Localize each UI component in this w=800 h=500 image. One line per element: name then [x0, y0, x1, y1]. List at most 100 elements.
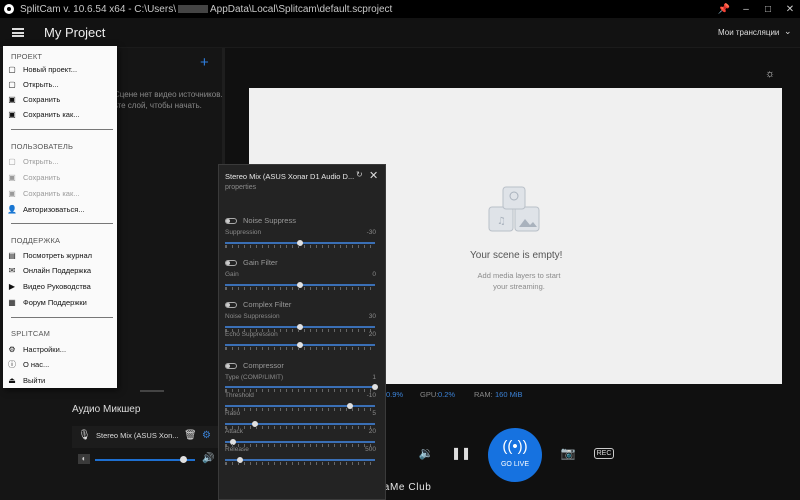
menu-video-guides[interactable]: ▶ Видео Руководства: [7, 280, 91, 293]
filter-name: Gain Filter: [243, 258, 278, 267]
param-slider[interactable]: [225, 421, 375, 427]
param-label: Attack: [225, 428, 244, 435]
menu-item-label: Авторизоваться...: [23, 205, 85, 214]
param-slider[interactable]: [225, 439, 375, 445]
param-slider[interactable]: [225, 240, 375, 246]
close-dialog-icon[interactable]: ✕: [369, 169, 378, 182]
slider-ticks: [225, 347, 375, 350]
menu-item-label: Выйти: [23, 376, 46, 385]
param-label: Gain: [225, 271, 239, 278]
param-label: Threshold: [225, 392, 254, 399]
menu-item-label: Новый проект...: [23, 65, 78, 74]
chat-icon: ✉: [8, 266, 16, 275]
param-value: 500: [365, 446, 376, 453]
redacted-username: [177, 5, 208, 13]
menu-item-label: Открыть...: [23, 157, 59, 166]
slider-ticks: [225, 245, 375, 248]
pin-icon[interactable]: 📌: [716, 0, 732, 18]
menu-item-label: Видео Руководства: [23, 282, 91, 291]
forum-icon: ▦: [8, 298, 16, 307]
go-live-label: GO LIVE: [500, 461, 529, 468]
menu-new-project[interactable]: ▢ Новый проект...: [7, 63, 77, 76]
menu-divider: [11, 223, 113, 224]
menu-settings[interactable]: ⚙ Настройки...: [7, 343, 66, 356]
filter-toggle-gain[interactable]: Gain Filter: [225, 258, 278, 267]
menu-online-support[interactable]: ✉ Онлайн Поддержка: [7, 264, 91, 277]
refresh-icon[interactable]: ↻: [356, 170, 363, 179]
pause-icon[interactable]: ❚❚: [451, 445, 471, 461]
chevron-down-icon[interactable]: ⌄: [784, 26, 792, 37]
slider-ticks: [225, 462, 375, 465]
brightness-icon[interactable]: ☼: [765, 68, 775, 80]
param-slider[interactable]: [225, 403, 375, 409]
filter-toggle-noise-suppress[interactable]: Noise Suppress: [225, 216, 296, 225]
maximize-button[interactable]: □: [760, 0, 776, 18]
dialog-title: Stereo Mix (ASUS Xonar D1 Audio D...: [225, 172, 355, 181]
main-menu: ПРОЕКТ ПОЛЬЗОВАТЕЛЬ ПОДДЕРЖКА SPLITCAM ▢…: [3, 46, 117, 388]
param-slider[interactable]: [225, 282, 375, 288]
ram-usage: 160 MiB: [495, 390, 523, 399]
new-file-icon: ▢: [8, 65, 16, 74]
menu-item-label: О нас...: [23, 360, 50, 369]
menu-save-as[interactable]: ▣ Сохранить как...: [7, 108, 79, 121]
toggle-switch[interactable]: [225, 259, 237, 266]
audio-monitor-icon[interactable]: ◐: [78, 454, 90, 464]
add-layer-icon[interactable]: +: [200, 54, 209, 71]
filter-toggle-compressor[interactable]: Compressor: [225, 361, 284, 370]
my-broadcasts-dropdown[interactable]: Мои трансляции: [718, 28, 779, 37]
menu-item-label: Форум Поддержки: [23, 298, 87, 307]
volume-slider-knob[interactable]: [180, 456, 187, 463]
save-as-icon: ▣: [8, 189, 16, 198]
splitcam-logo-icon: [4, 4, 14, 14]
menu-support-forum[interactable]: ▦ Форум Поддержки: [7, 296, 87, 309]
window-title: SplitCam v. 10.6.54 x64 - C:\Users\: [20, 3, 176, 15]
minimize-button[interactable]: –: [738, 0, 754, 18]
microphone-icon: 🎙: [78, 430, 91, 441]
go-live-button[interactable]: ((•)) GO LIVE: [488, 428, 542, 482]
filter-name: Compressor: [243, 361, 284, 370]
param-slider[interactable]: [225, 384, 378, 390]
panel-splitter[interactable]: [140, 390, 164, 392]
menu-open[interactable]: ▢ Открыть...: [7, 78, 59, 91]
menu-save[interactable]: ▣ Сохранить: [7, 93, 60, 106]
param-label: Release: [225, 446, 249, 453]
menu-exit[interactable]: ⏏ Выйти: [7, 374, 45, 387]
gpu-usage: 0.2%: [438, 390, 456, 399]
toggle-switch[interactable]: [225, 301, 237, 308]
filter-name: Complex Filter: [243, 300, 292, 309]
menu-item-label: Онлайн Поддержка: [23, 266, 92, 275]
record-icon[interactable]: REC: [594, 448, 614, 459]
param-value: 5: [372, 410, 376, 417]
menu-divider: [11, 317, 113, 318]
hamburger-menu-icon[interactable]: [12, 28, 24, 37]
menu-user-open: ▢ Открыть...: [7, 155, 59, 168]
menu-login[interactable]: 👤 Авторизоваться...: [7, 203, 85, 216]
trash-icon[interactable]: 🗑: [184, 430, 197, 441]
param-slider[interactable]: [225, 324, 375, 330]
filter-toggle-complex[interactable]: Complex Filter: [225, 300, 291, 309]
menu-about[interactable]: ⓘ О нас...: [7, 358, 49, 371]
menu-item-label: Посмотреть журнал: [23, 251, 93, 260]
param-value: 30: [368, 313, 376, 320]
param-value: 20: [368, 331, 376, 338]
empty-scene-subtitle: Add media layers to start your streaming…: [477, 271, 561, 291]
param-value: 1: [372, 374, 376, 381]
param-label: Echo Suppression: [225, 331, 278, 338]
menu-section-user: ПОЛЬЗОВАТЕЛЬ: [11, 142, 74, 151]
speaker-icon[interactable]: 🔊: [202, 453, 214, 464]
log-icon: ▤: [8, 251, 16, 260]
param-slider[interactable]: [225, 342, 375, 348]
slider-ticks: [225, 287, 375, 290]
camera-icon[interactable]: 📷: [560, 445, 576, 461]
toggle-switch[interactable]: [225, 362, 237, 369]
save-as-icon: ▣: [8, 110, 16, 119]
title-bar: SplitCam v. 10.6.54 x64 - C:\Users\ AppD…: [0, 0, 800, 18]
settings-icon[interactable]: ⚙: [202, 430, 211, 441]
close-window-button[interactable]: ✕: [782, 0, 798, 18]
param-value: 0: [372, 271, 376, 278]
dialog-subtitle: properties: [225, 184, 257, 191]
param-slider[interactable]: [225, 457, 375, 463]
toggle-switch[interactable]: [225, 217, 237, 224]
menu-view-log[interactable]: ▤ Посмотреть журнал: [7, 249, 92, 262]
audio-control-icon[interactable]: 🔉: [418, 445, 434, 461]
